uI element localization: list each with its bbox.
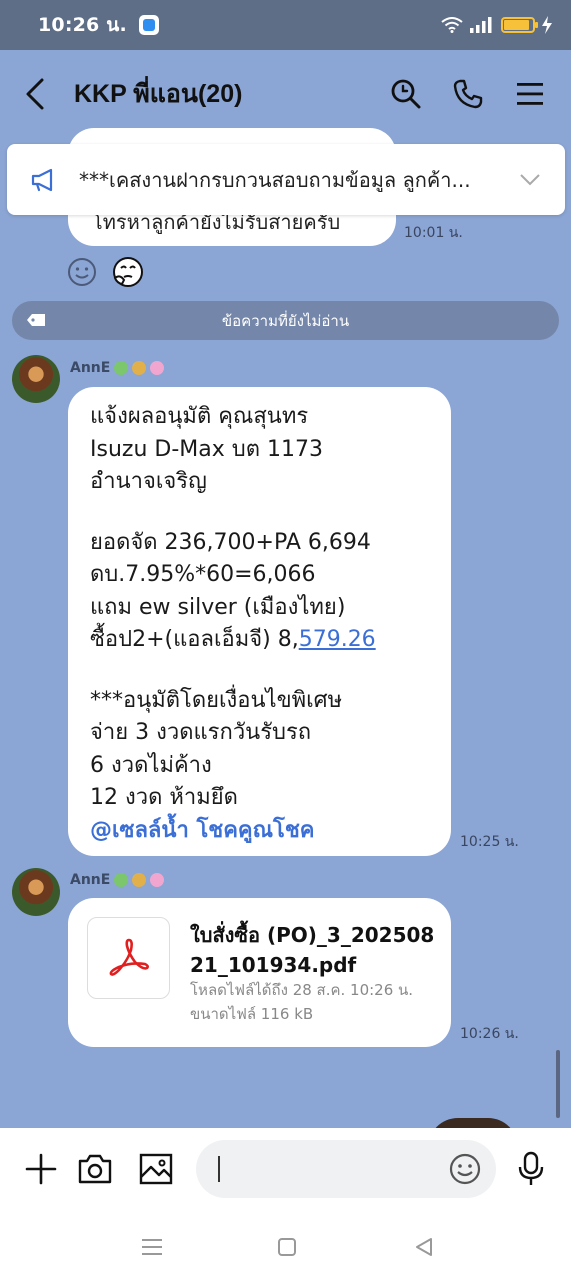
file-expiry: โหลดไฟล์ได้ถึง 28 ส.ค. 10:26 น. (190, 981, 414, 999)
sender-name: AnnE (70, 872, 165, 888)
avatar[interactable] (12, 355, 60, 403)
pdf-thumbnail[interactable] (87, 917, 170, 999)
pdf-icon (109, 938, 149, 976)
file-size: ขนาดไฟล์ 116 kB (190, 1005, 314, 1023)
wifi-icon (441, 17, 463, 33)
message-line: แจ้งผลอนุมัติ คุณสุนทร (90, 404, 309, 429)
call-button[interactable] (451, 77, 485, 111)
status-bar: 10:26 น. (0, 0, 571, 50)
message-line-with-link: ซื้อป2+(แอลเอ็มจี) 8,579.26 (90, 624, 429, 657)
recent-apps-button[interactable] (137, 1232, 167, 1262)
back-triangle-icon (416, 1238, 432, 1256)
back-button[interactable] (24, 72, 58, 116)
message-line: จ่าย 3 งวดแรกวันรับรถ (90, 720, 312, 745)
chevron-down-icon[interactable] (519, 173, 541, 187)
announcement-banner[interactable]: ***เคสงานฝากรบกวนสอบถามข้อมูล ลูกค้า... (7, 144, 565, 215)
avatar[interactable] (12, 868, 60, 916)
image-icon (139, 1153, 173, 1185)
emoji-button[interactable] (445, 1149, 485, 1189)
message-bubble[interactable]: แจ้งผลอนุมัติ คุณสุนทร Isuzu D-Max บต 11… (68, 387, 451, 856)
back-arrow-icon (26, 78, 44, 110)
battery-icon (501, 17, 538, 33)
signal-icon (470, 17, 492, 33)
clover-emoji-icon (114, 873, 129, 887)
message-time: 10:26 น. (460, 1026, 519, 1042)
plus-icon (25, 1153, 57, 1185)
camera-button[interactable] (75, 1149, 115, 1189)
camera-icon (78, 1154, 112, 1184)
status-indicators (441, 16, 553, 34)
message-line: 6 งวดไม่ค้าง (90, 752, 212, 778)
chat-title: KKP พี่แอน(20) (74, 80, 243, 108)
message-line: ยอดจัด 236,700+PA 6,694 (90, 529, 371, 555)
phone-icon (453, 79, 483, 109)
voice-button[interactable] (511, 1149, 551, 1189)
money-bag-emoji-icon (132, 873, 147, 887)
clover-emoji-icon (114, 361, 129, 375)
previous-message-time: 10:01 น. (404, 225, 463, 241)
emoji-icon (449, 1153, 481, 1185)
system-nav-bar (0, 1210, 571, 1280)
message-line: Isuzu D-Max บต 1173 (90, 436, 323, 462)
add-button[interactable] (21, 1149, 61, 1189)
status-time: 10:26 น. (38, 14, 127, 36)
thinking-face-icon (113, 257, 143, 287)
recent-apps-icon (142, 1239, 162, 1255)
search-icon (391, 79, 421, 109)
message-input-bar (0, 1128, 571, 1210)
chat-header: KKP พี่แอน(20) (0, 50, 571, 138)
sender-name: AnnE (70, 360, 165, 376)
announcement-text: ***เคสงานฝากรบกวนสอบถามข้อมูล ลูกค้า... (79, 167, 471, 192)
message-line: ***อนุมัติโดยเงื่อนไขพิเศษ (90, 687, 343, 713)
message-line: 12 งวด ห้ามยึด (90, 785, 238, 810)
mention-link[interactable]: @เซลล์น้ำ โชคคูณโชค (90, 815, 429, 848)
message-time: 10:25 น. (460, 834, 519, 850)
file-name: ใบสั่งซื้อ (PO)_3_20250821_101934.pdf (190, 923, 435, 977)
search-button[interactable] (389, 77, 423, 111)
money-bag-emoji-icon (132, 361, 147, 375)
scrollbar-thumb[interactable] (556, 1050, 560, 1118)
back-nav-button[interactable] (409, 1232, 439, 1262)
message-line-prefix: ซื้อป2+(แอลเอ็มจี) 8, (90, 627, 299, 652)
text-cursor (218, 1156, 220, 1182)
header-actions (389, 77, 547, 111)
charging-icon (542, 16, 552, 34)
flower-emoji-icon (150, 873, 165, 887)
unread-divider: ข้อความที่ยังไม่อ่าน (12, 301, 559, 340)
megaphone-icon (31, 168, 53, 191)
reaction-emoji[interactable] (112, 256, 144, 288)
microphone-icon (518, 1151, 544, 1185)
add-reaction-button[interactable] (66, 256, 98, 288)
tag-icon (27, 314, 45, 326)
unread-divider-label: ข้อความที่ยังไม่อ่าน (221, 311, 350, 330)
sender-name-text: AnnE (70, 360, 111, 376)
notification-app-icon (138, 15, 159, 35)
reactions (66, 256, 144, 288)
file-message-bubble[interactable]: ใบสั่งซื้อ (PO)_3_20250821_101934.pdf โห… (68, 898, 451, 1047)
message-line: อำนาจเจริญ (90, 469, 207, 494)
home-icon (278, 1238, 296, 1256)
smiley-outline-icon (68, 258, 96, 286)
sender-name-text: AnnE (70, 872, 111, 888)
menu-button[interactable] (513, 77, 547, 111)
flower-emoji-icon (150, 361, 165, 375)
menu-icon (517, 83, 543, 105)
phone-number-link[interactable]: 579.26 (299, 627, 376, 652)
message-line: แถม ew silver (เมืองไทย) (90, 594, 346, 620)
gallery-button[interactable] (136, 1149, 176, 1189)
home-button[interactable] (272, 1232, 302, 1262)
message-line: ดบ.7.95%*60=6,066 (90, 562, 316, 587)
